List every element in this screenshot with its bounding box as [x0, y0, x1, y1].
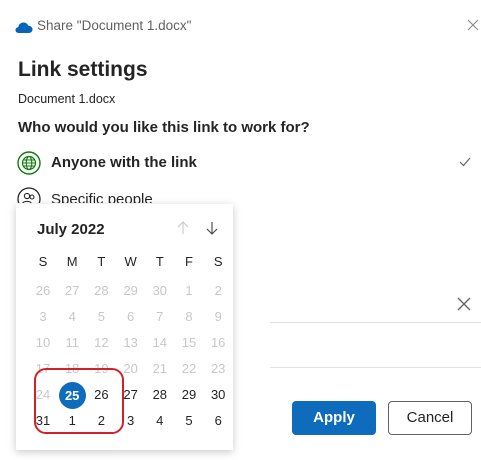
calendar-day: 11	[65, 335, 79, 350]
divider	[270, 322, 481, 323]
calendar-day: 22	[181, 361, 197, 376]
option-anyone-with-link[interactable]: Anyone with the link	[17, 148, 481, 178]
calendar-month-label[interactable]: July 2022	[37, 221, 105, 238]
calendar-day: 5	[97, 309, 105, 324]
calendar-day: 30	[152, 283, 168, 298]
calendar-day: 27	[64, 283, 80, 298]
calendar-day: 20	[123, 361, 138, 376]
option-label: Specific people	[51, 191, 153, 203]
weekday-label: T	[155, 254, 164, 269]
calendar-day: 7	[156, 309, 164, 324]
calendar-day[interactable]: 29	[175, 381, 203, 409]
calendar-day: 19	[94, 361, 109, 376]
calendar-day-selected[interactable]: 25	[58, 381, 86, 409]
window-title: Share "Document 1.docx"	[37, 18, 192, 33]
calendar-day: 3	[39, 309, 47, 324]
calendar-day: 18	[64, 361, 80, 376]
calendar-day: 16	[210, 335, 226, 350]
calendar-day: 4	[68, 309, 76, 324]
next-month-arrow-icon[interactable]	[206, 221, 218, 235]
calendar-day: 10	[35, 335, 51, 350]
weekday-label: S	[213, 254, 223, 269]
option-specific-people[interactable]: Specific people	[17, 185, 481, 203]
calendar-day[interactable]: 1	[58, 407, 86, 435]
document-name: Document 1.docx	[18, 92, 116, 106]
calendar-day[interactable]: 6	[204, 407, 232, 435]
divider	[270, 367, 481, 368]
weekday-label: S	[38, 254, 48, 269]
audience-question: Who would you like this link to work for…	[18, 119, 310, 136]
calendar-day: 17	[35, 361, 51, 376]
calendar-day: 23	[210, 361, 226, 376]
calendar-day: 15	[181, 335, 197, 350]
calendar-day: 12	[94, 335, 109, 350]
calendar-day: 6	[126, 309, 135, 324]
globe-icon	[17, 151, 41, 175]
onedrive-cloud-icon	[15, 22, 33, 33]
calendar-day[interactable]: 2	[87, 407, 115, 435]
calendar-day[interactable]: 5	[175, 407, 203, 435]
calendar-day: 29	[123, 283, 138, 298]
page-title: Link settings	[18, 58, 148, 81]
calendar-day: 1	[185, 283, 193, 298]
apply-button[interactable]: Apply	[292, 401, 376, 435]
calendar-day[interactable]: 4	[146, 407, 174, 435]
remove-expiration-icon[interactable]	[456, 296, 472, 312]
previous-month-arrow-icon[interactable]	[177, 221, 189, 235]
cancel-button[interactable]: Cancel	[388, 401, 472, 435]
calendar-day[interactable]: 3	[117, 407, 145, 435]
weekday-label: W	[124, 254, 137, 269]
calendar-day[interactable]: 26	[87, 381, 115, 409]
calendar-day[interactable]: 30	[204, 381, 232, 409]
date-picker-calendar: July 2022 SMTWTFS 26 27 28 29 30 1 2 3 4 5 6 7 8 9 10 1…	[16, 204, 233, 450]
calendar-day: 26	[35, 283, 51, 298]
calendar-day: 8	[185, 309, 193, 324]
calendar-day[interactable]: 28	[146, 381, 174, 409]
weekday-label: T	[97, 254, 106, 269]
checkmark-icon	[459, 157, 471, 167]
calendar-day: 24	[35, 387, 51, 402]
option-label: Anyone with the link	[51, 154, 197, 171]
people-icon	[17, 187, 41, 203]
calendar-day: 14	[152, 335, 168, 350]
calendar-day: 9	[214, 309, 222, 324]
calendar-day: 28	[94, 283, 109, 298]
close-icon[interactable]	[466, 18, 480, 32]
weekday-label: F	[185, 254, 193, 269]
calendar-day: 13	[123, 335, 138, 350]
calendar-day[interactable]: 31	[29, 407, 57, 435]
calendar-day[interactable]: 27	[117, 381, 145, 409]
calendar-day: 2	[214, 283, 222, 298]
title-bar: Share "Document 1.docx"	[0, 0, 481, 46]
weekday-label: M	[66, 254, 78, 269]
calendar-day: 21	[152, 361, 168, 376]
